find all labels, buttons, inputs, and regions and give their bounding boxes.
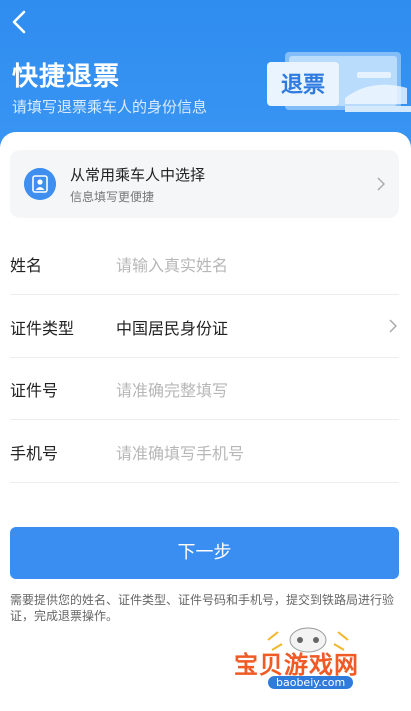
phone-input[interactable]: 请准确填写手机号 — [116, 440, 244, 464]
id-number-label: 证件号 — [10, 381, 59, 400]
id-type-label: 证件类型 — [10, 319, 75, 338]
passenger-picker-title: 从常用乘车人中选择 — [70, 166, 206, 184]
ticket-illustration: 退票 — [267, 52, 411, 112]
id-number-row[interactable]: 证件号 请准确完整填写 — [10, 357, 399, 420]
phone-label: 手机号 — [10, 444, 59, 463]
name-row[interactable]: 姓名 请输入真实姓名 — [10, 232, 399, 295]
name-input[interactable]: 请输入真实姓名 — [116, 252, 228, 276]
name-label: 姓名 — [10, 256, 43, 275]
id-type-select[interactable]: 中国居民身份证 — [116, 315, 228, 339]
id-number-input[interactable]: 请准确完整填写 — [116, 377, 228, 401]
passenger-picker-subtitle: 信息填写更便捷 — [70, 190, 155, 204]
next-step-button[interactable]: 下一步 — [10, 527, 399, 579]
page-subtitle: 请填写退票乘车人的身份信息 — [12, 98, 208, 116]
id-type-row[interactable]: 证件类型 中国居民身份证 — [10, 295, 399, 358]
watermark-text: 宝贝游戏网 — [234, 651, 359, 679]
chevron-right-icon — [377, 177, 385, 191]
back-icon[interactable] — [8, 8, 32, 36]
ticket-illustration-text: 退票 — [281, 73, 325, 98]
chevron-right-icon — [389, 319, 397, 333]
passenger-contact-icon — [24, 168, 56, 200]
watermark-url: baobeiy.com — [268, 676, 354, 689]
frequent-passenger-picker[interactable]: 从常用乘车人中选择 信息填写更便捷 — [10, 150, 399, 218]
page-title: 快捷退票 — [12, 62, 121, 92]
phone-row[interactable]: 手机号 请准确填写手机号 — [10, 420, 399, 483]
